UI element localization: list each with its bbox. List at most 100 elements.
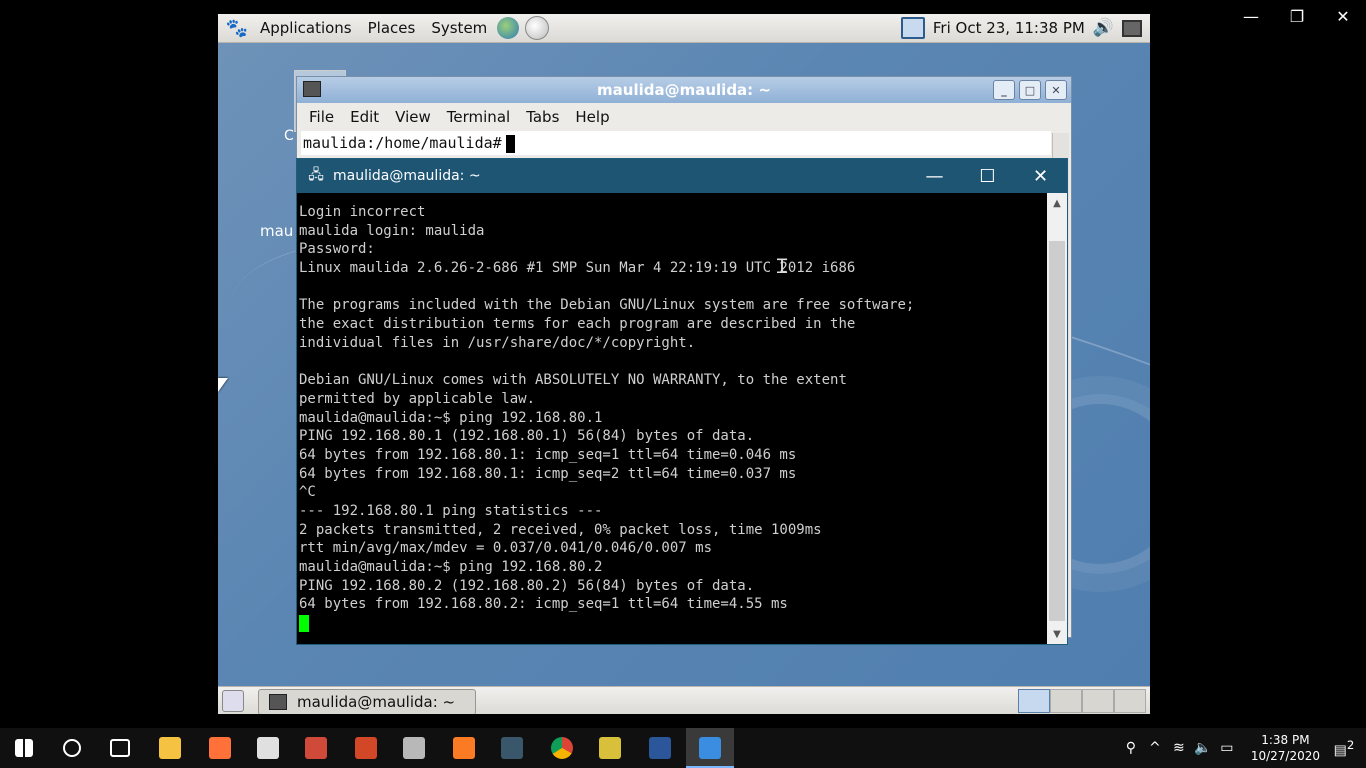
terminal-line: PING 192.168.80.1 (192.168.80.1) 56(84) …	[299, 428, 755, 445]
terminal-icon	[269, 694, 287, 710]
clock-date: 10/27/2020	[1250, 749, 1320, 763]
gnome-foot-icon[interactable]: 🐾	[226, 17, 248, 39]
menu-tabs[interactable]: Tabs	[526, 108, 559, 126]
terminal-line: 64 bytes from 192.168.80.2: icmp_seq=1 t…	[299, 596, 788, 613]
scroll-up-arrow-icon[interactable]: ▲	[1047, 193, 1067, 213]
panel-clock[interactable]: Fri Oct 23, 11:38 PM	[933, 19, 1085, 37]
close-button[interactable]: ✕	[1045, 80, 1067, 100]
putty-scrollbar[interactable]: ▲ ▼	[1047, 193, 1067, 644]
putty-window: 🖧 maulida@maulida: ~ — ☐ ✕ Login incorre…	[296, 158, 1068, 645]
menu-edit[interactable]: Edit	[350, 108, 379, 126]
putty-maximize-button[interactable]: ☐	[961, 159, 1014, 193]
notification-count: 2	[1346, 737, 1355, 752]
gnome-terminal-titlebar[interactable]: maulida@maulida: ~ _ □ ✕	[297, 77, 1071, 103]
network-icon[interactable]	[900, 17, 925, 39]
chrome-icon[interactable]	[538, 728, 586, 768]
powerpoint-icon[interactable]	[342, 728, 390, 768]
show-desktop-icon[interactable]	[222, 690, 244, 712]
terminal-line: 64 bytes from 192.168.80.1: icmp_seq=2 t…	[299, 465, 797, 482]
task-view-icon[interactable]	[96, 728, 144, 768]
minimize-button[interactable]: _	[993, 80, 1015, 100]
web-browser-launcher-icon[interactable]	[497, 17, 520, 39]
chrome-icon-glyph	[551, 737, 573, 759]
terminal-line: the exact distribution terms for each pr…	[299, 316, 856, 333]
volume-icon[interactable]: 🔊	[1093, 18, 1114, 38]
vm-player-icon[interactable]	[686, 728, 734, 768]
maximize-button[interactable]: □	[1019, 80, 1041, 100]
people-icon[interactable]: ⚲	[1119, 740, 1143, 756]
search-circle-icon-glyph	[63, 739, 81, 757]
terminal-line: --- 192.168.80.1 ping statistics ---	[299, 503, 603, 519]
clock-time: 1:38 PM	[1261, 733, 1310, 747]
start-icon[interactable]	[0, 728, 48, 768]
terminal-line: 64 bytes from 192.168.80.1: icmp_seq=1 t…	[299, 446, 797, 463]
terminal-line: maulida@maulida:~$ ping 192.168.80.1	[299, 409, 603, 426]
applications-menu[interactable]: Applications	[256, 19, 356, 37]
putty-close-button[interactable]: ✕	[1014, 159, 1067, 193]
putty-window-title: maulida@maulida: ~	[333, 168, 481, 184]
firefox-icon[interactable]	[196, 728, 244, 768]
terminal-line: PING 192.168.80.2 (192.168.80.2) 56(84) …	[299, 577, 755, 594]
desktop-icon-label: C	[284, 128, 294, 144]
show-hidden-icons-icon[interactable]: ^	[1143, 740, 1167, 756]
word-icon[interactable]	[636, 728, 684, 768]
terminal-line: Password:	[299, 241, 375, 258]
taskbar-clock[interactable]: 1:38 PM 10/27/2020	[1251, 732, 1320, 764]
host-close-button[interactable]: ✕	[1320, 0, 1366, 32]
task-label: maulida@maulida: ~	[297, 693, 456, 711]
word-icon-glyph	[649, 737, 671, 759]
menu-view[interactable]: View	[395, 108, 431, 126]
terminal-line: Login incorrect	[299, 204, 426, 220]
gnome-bottom-panel: maulida@maulida: ~	[218, 686, 1150, 714]
file-explorer-icon-glyph	[159, 737, 181, 759]
file-explorer-icon[interactable]	[146, 728, 194, 768]
notification-icon[interactable]: ▤2	[1332, 738, 1356, 759]
email-launcher-icon[interactable]	[525, 16, 550, 40]
host-restore-button[interactable]: ❐	[1274, 0, 1320, 32]
vm-screen: 🐾 Applications Places System Fri Oct 23,…	[218, 14, 1150, 714]
places-menu[interactable]: Places	[364, 19, 420, 37]
speaker-icon[interactable]: 🔈	[1191, 740, 1215, 756]
menu-terminal[interactable]: Terminal	[447, 108, 510, 126]
workspace-4[interactable]	[1114, 689, 1146, 713]
putty-titlebar[interactable]: 🖧 maulida@maulida: ~ — ☐ ✕	[297, 159, 1067, 193]
paint-icon[interactable]	[244, 728, 292, 768]
terminal-app-icon-glyph	[501, 737, 523, 759]
wifi-icon[interactable]: ≋	[1167, 740, 1191, 756]
xampp-icon[interactable]	[440, 728, 488, 768]
powerpoint-icon-glyph	[355, 737, 377, 759]
windows-taskbar: ⚲ ^ ≋ 🔈 ▭ 1:38 PM 10/27/2020 ▤2	[0, 728, 1366, 768]
app-icon[interactable]	[292, 728, 340, 768]
terminal-line: individual files in /usr/share/doc/*/cop…	[299, 334, 696, 351]
start-icon-glyph	[15, 739, 33, 757]
terminal-prompt-line[interactable]: maulida:/home/maulida#	[301, 131, 1051, 155]
terminal-line: maulida@maulida:~$ ping 192.168.80.2	[299, 559, 603, 576]
terminal-line: Linux maulida 2.6.26-2-686 #1 SMP Sun Ma…	[299, 260, 856, 277]
system-menu[interactable]: System	[427, 19, 491, 37]
mouse-pointer-icon	[218, 378, 228, 392]
app2-icon-glyph	[599, 737, 621, 759]
image-viewer-icon[interactable]	[390, 728, 438, 768]
app2-icon[interactable]	[586, 728, 634, 768]
menu-help[interactable]: Help	[575, 108, 609, 126]
putty-terminal-output[interactable]: Login incorrect maulida login: maulida Pas…	[297, 193, 1049, 644]
putty-minimize-button[interactable]: —	[908, 159, 961, 193]
screen-icon[interactable]	[1122, 19, 1142, 37]
search-circle-icon[interactable]	[48, 728, 96, 768]
battery-icon[interactable]: ▭	[1215, 740, 1239, 756]
taskbar-window-button[interactable]: maulida@maulida: ~	[258, 689, 476, 714]
task-view-icon-glyph	[110, 739, 130, 757]
workspace-1[interactable]	[1018, 689, 1050, 713]
menu-file[interactable]: File	[309, 108, 334, 126]
firefox-icon-glyph	[209, 737, 231, 759]
xampp-icon-glyph	[453, 737, 475, 759]
terminal-app-icon[interactable]	[488, 728, 536, 768]
gnome-top-panel: 🐾 Applications Places System Fri Oct 23,…	[218, 14, 1150, 43]
host-minimize-button[interactable]: —	[1228, 0, 1274, 32]
scrollbar-thumb[interactable]	[1049, 241, 1065, 621]
workspace-2[interactable]	[1050, 689, 1082, 713]
scroll-down-arrow-icon[interactable]: ▼	[1047, 624, 1067, 644]
workspace-3[interactable]	[1082, 689, 1114, 713]
